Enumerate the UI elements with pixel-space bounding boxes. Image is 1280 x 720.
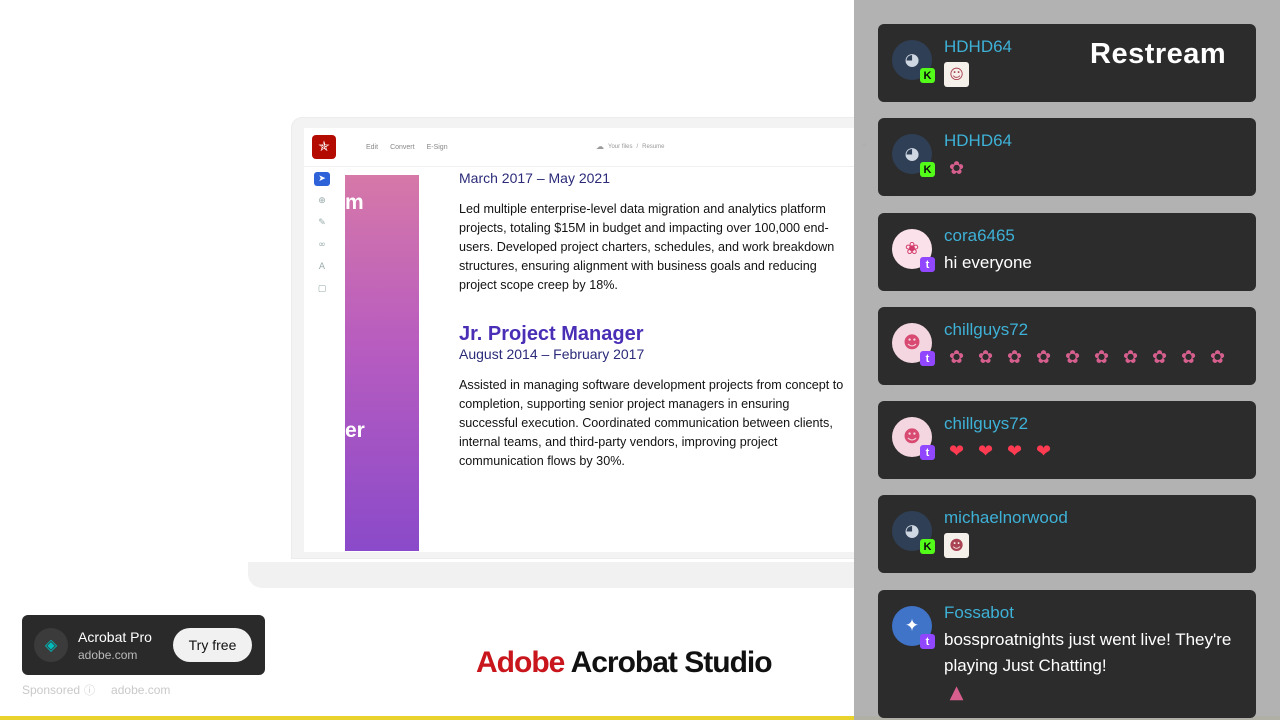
hype-emote-icon: ✿ — [1006, 347, 1023, 368]
kick-icon: K — [920, 539, 935, 554]
cursor-tool-icon: ➤ — [314, 172, 330, 186]
emote-row: ✿ — [944, 156, 969, 181]
avatar: ◕ K — [892, 134, 935, 177]
anime-emote-icon: ☻ — [944, 533, 969, 558]
hype-emote-icon: ✿ — [948, 347, 965, 368]
avatar: ◕ K — [892, 511, 935, 554]
app-menu: Edit Convert E-Sign — [366, 144, 448, 151]
link-tool-icon: ∞ — [318, 240, 326, 250]
chat-message: ◕ K michaelnorwood ☻ — [878, 495, 1256, 573]
emote-row: ❤ ❤ ❤ ❤ — [944, 439, 1056, 464]
hype-emote-icon: ✿ — [1209, 347, 1226, 368]
chat-message: ◕ K HDHD64 ✿ — [878, 118, 1256, 196]
emote-row: ✿ ✿ ✿ ✿ ✿ ✿ ✿ ✿ ✿ ✿ — [944, 345, 1230, 370]
chat-username: michaelnorwood — [944, 508, 1068, 527]
band-text-bottom: er — [345, 419, 365, 442]
chat-message: ❀ t cora6465 hi everyone — [878, 213, 1256, 291]
text-tool-icon: A — [318, 262, 326, 272]
restream-logo: Restream — [1090, 38, 1227, 70]
job-date-2: August 2014 – February 2017 — [459, 346, 645, 362]
pen-tool-icon: ✎ — [318, 218, 326, 228]
ad-url: adobe.com — [78, 648, 138, 662]
path-separator: / — [636, 143, 639, 150]
app-toolbar: ✯ Edit Convert E-Sign ☁ Your files / Res… — [304, 128, 880, 167]
ad-title: Acrobat Pro — [78, 629, 152, 645]
chat-message: ☻ t chillguys72 ✿ ✿ ✿ ✿ ✿ ✿ ✿ ✿ ✿ ✿ — [878, 307, 1256, 385]
twitch-icon: t — [920, 257, 935, 272]
twitch-icon: t — [920, 634, 935, 649]
cat-emote-icon: ✿ — [948, 158, 965, 179]
cloud-icon: ☁ — [596, 142, 604, 151]
avatar: ❀ t — [892, 229, 935, 272]
heart-icon: ❤ — [948, 441, 965, 462]
chat-username: HDHD64 — [944, 131, 1013, 150]
hype-emote-icon: ✿ — [1093, 347, 1110, 368]
chat-message-text: hi everyone — [944, 253, 1032, 272]
emote-row: ▲ — [944, 680, 969, 705]
chat-username: chillguys72 — [944, 320, 1029, 339]
emote-row: ☺ — [944, 62, 969, 87]
twitch-icon: t — [920, 351, 935, 366]
adobe-acrobat-studio-logo: Adobe Acrobat Studio — [476, 646, 773, 680]
emote-row: ☻ — [944, 533, 969, 558]
kick-icon: K — [920, 162, 935, 177]
path-root: Your files — [608, 143, 633, 150]
resume-color-band: m er — [345, 175, 419, 551]
twitch-icon: t — [920, 445, 935, 460]
chat-message-text: bossproatnights just went live! They're … — [944, 630, 1232, 675]
brand-word-acrobat: Acrobat Studio — [570, 646, 773, 679]
acrobat-ad-icon: ◈ — [34, 628, 68, 662]
heart-icon: ❤ — [977, 441, 994, 462]
heart-icon: ❤ — [1035, 441, 1052, 462]
hype-emote-icon: ✿ — [977, 347, 994, 368]
zoom-tool-icon: ⊕ — [318, 196, 326, 206]
hype-emote-icon: ✿ — [1180, 347, 1197, 368]
avatar: ☻ t — [892, 417, 935, 460]
avatar: ☻ t — [892, 323, 935, 366]
path-file: Resume — [642, 143, 665, 150]
info-icon[interactable]: ⓘ — [84, 682, 95, 698]
hype-emote-icon: ✿ — [1064, 347, 1081, 368]
job-description-2: Assisted in managing software developmen… — [459, 378, 844, 468]
kick-icon: K — [920, 68, 935, 83]
avatar: ✦ t — [892, 606, 935, 649]
job-title-2: Jr. Project Manager — [459, 323, 644, 345]
sponsored-label: Sponsored — [22, 683, 81, 697]
hype-emote-icon: ✿ — [1035, 347, 1052, 368]
chat-message: ☻ t chillguys72 ❤ ❤ ❤ ❤ — [878, 401, 1256, 479]
stamp-tool-icon: ▢ — [317, 284, 327, 294]
brand-word-adobe: Adobe — [476, 646, 565, 679]
cat-emote-icon: ☺ — [944, 62, 969, 87]
chat-username: cora6465 — [944, 226, 1015, 245]
acrobat-app-screen: ✯ Edit Convert E-Sign ☁ Your files / Res… — [304, 128, 880, 552]
heart-icon: ❤ — [1006, 441, 1023, 462]
file-path: ☁ Your files / Resume — [596, 142, 664, 151]
chat-username: Fossabot — [944, 603, 1014, 622]
acrobat-logo-icon: ✯ — [312, 135, 336, 159]
try-free-button[interactable]: Try free — [173, 628, 252, 662]
dino-emote-icon: ▲ — [949, 682, 964, 703]
job-date-1: March 2017 – May 2021 — [459, 170, 610, 186]
hype-emote-icon: ✿ — [1122, 347, 1139, 368]
menu-esign: E-Sign — [426, 143, 448, 151]
sponsored-label-row: Sponsored ⓘ adobe.com — [22, 682, 170, 698]
avatar: ◕ K — [892, 40, 935, 83]
menu-edit: Edit — [366, 143, 379, 151]
chat-message: ✦ t Fossabot bossproatnights just went li… — [878, 590, 1256, 718]
hype-emote-icon: ✿ — [1151, 347, 1168, 368]
job-description-1: Led multiple enterprise-level data migra… — [459, 202, 835, 292]
sponsored-url[interactable]: adobe.com — [111, 683, 170, 697]
menu-convert: Convert — [390, 143, 415, 151]
tool-rail: ➤ ⊕ ✎ ∞ A ▢ — [312, 172, 332, 296]
sponsored-ad-card[interactable]: ◈ Acrobat Pro adobe.com Try free — [22, 615, 265, 675]
resume-content: March 2017 – May 2021 Led multiple enter… — [459, 170, 844, 471]
chat-username: chillguys72 — [944, 414, 1029, 433]
chat-username: HDHD64 — [944, 37, 1013, 56]
band-text-top: m — [345, 191, 364, 214]
